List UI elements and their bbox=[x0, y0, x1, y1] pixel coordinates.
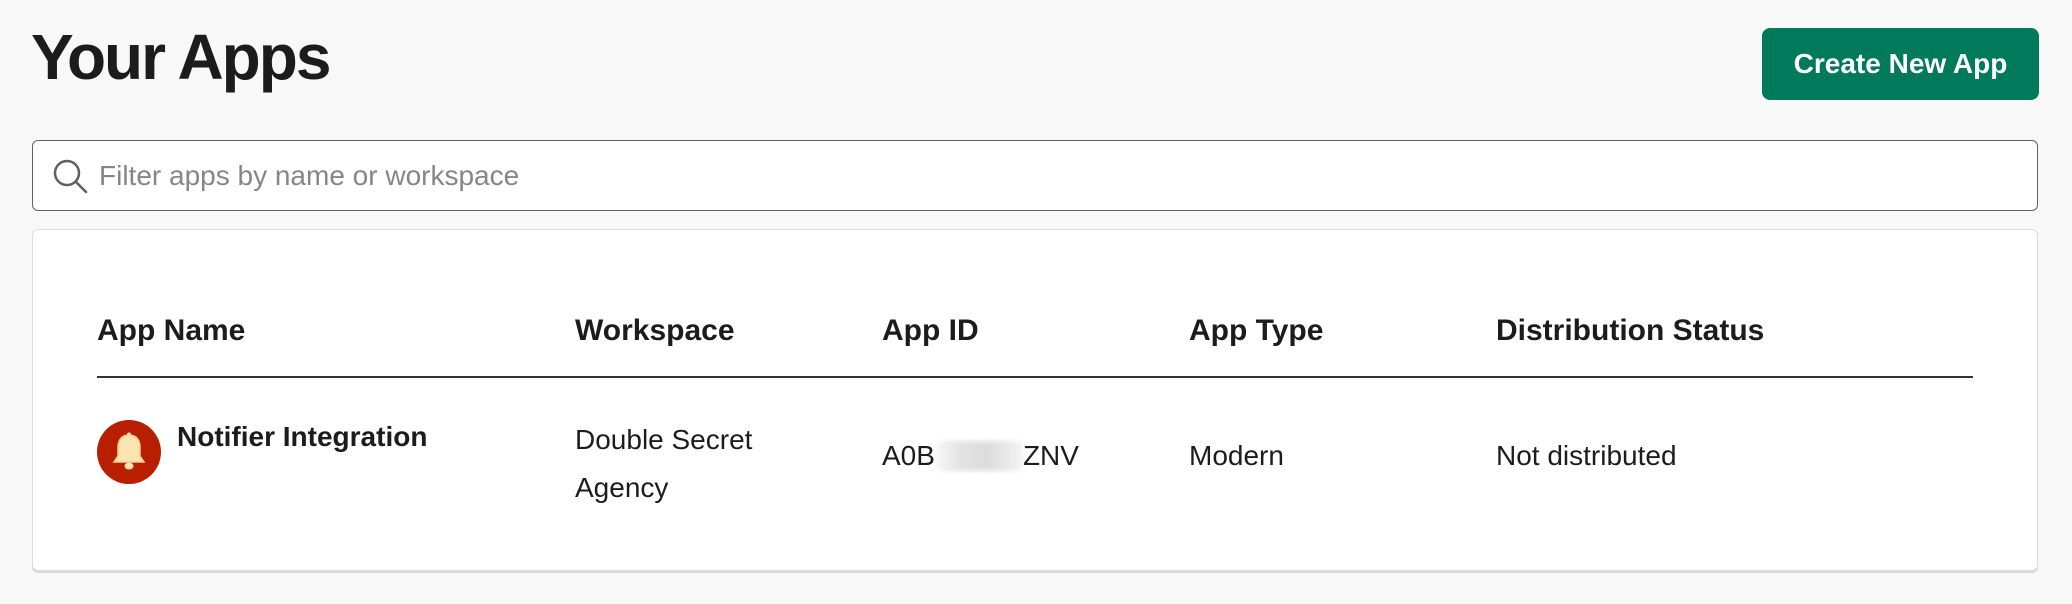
column-header-workspace: Workspace bbox=[575, 314, 735, 347]
app-name-link[interactable]: Notifier Integration bbox=[177, 421, 427, 453]
bell-icon bbox=[112, 432, 146, 470]
search-box[interactable] bbox=[32, 140, 2038, 211]
search-input[interactable] bbox=[97, 140, 2037, 211]
app-id-redaction bbox=[934, 441, 1023, 471]
workspace-cell: Double Secret Agency bbox=[575, 424, 753, 503]
app-name-cell[interactable]: Notifier Integration bbox=[97, 420, 427, 484]
distribution-status-cell: Not distributed bbox=[1496, 440, 1677, 471]
create-new-app-button[interactable]: Create New App bbox=[1762, 28, 2039, 100]
app-id-prefix: A0B bbox=[882, 440, 935, 471]
search-icon bbox=[53, 159, 88, 193]
app-id-suffix: ZNV bbox=[1022, 440, 1079, 471]
column-header-app-type: App Type bbox=[1189, 314, 1324, 347]
app-type-cell: Modern bbox=[1189, 440, 1284, 471]
table-row[interactable]: Notifier Integration Double Secret Agenc… bbox=[97, 378, 1973, 528]
apps-panel: App Name Workspace App ID App Type Distr… bbox=[32, 229, 2038, 571]
page-title: Your Apps bbox=[31, 21, 331, 93]
app-avatar[interactable] bbox=[97, 420, 161, 484]
app-id-cell: A0B ZNV bbox=[882, 440, 1079, 472]
column-header-app-name: App Name bbox=[97, 314, 246, 347]
table-header: App Name Workspace App ID App Type Distr… bbox=[97, 314, 1973, 378]
column-header-distribution-status: Distribution Status bbox=[1496, 314, 1765, 347]
column-header-app-id: App ID bbox=[882, 314, 979, 347]
